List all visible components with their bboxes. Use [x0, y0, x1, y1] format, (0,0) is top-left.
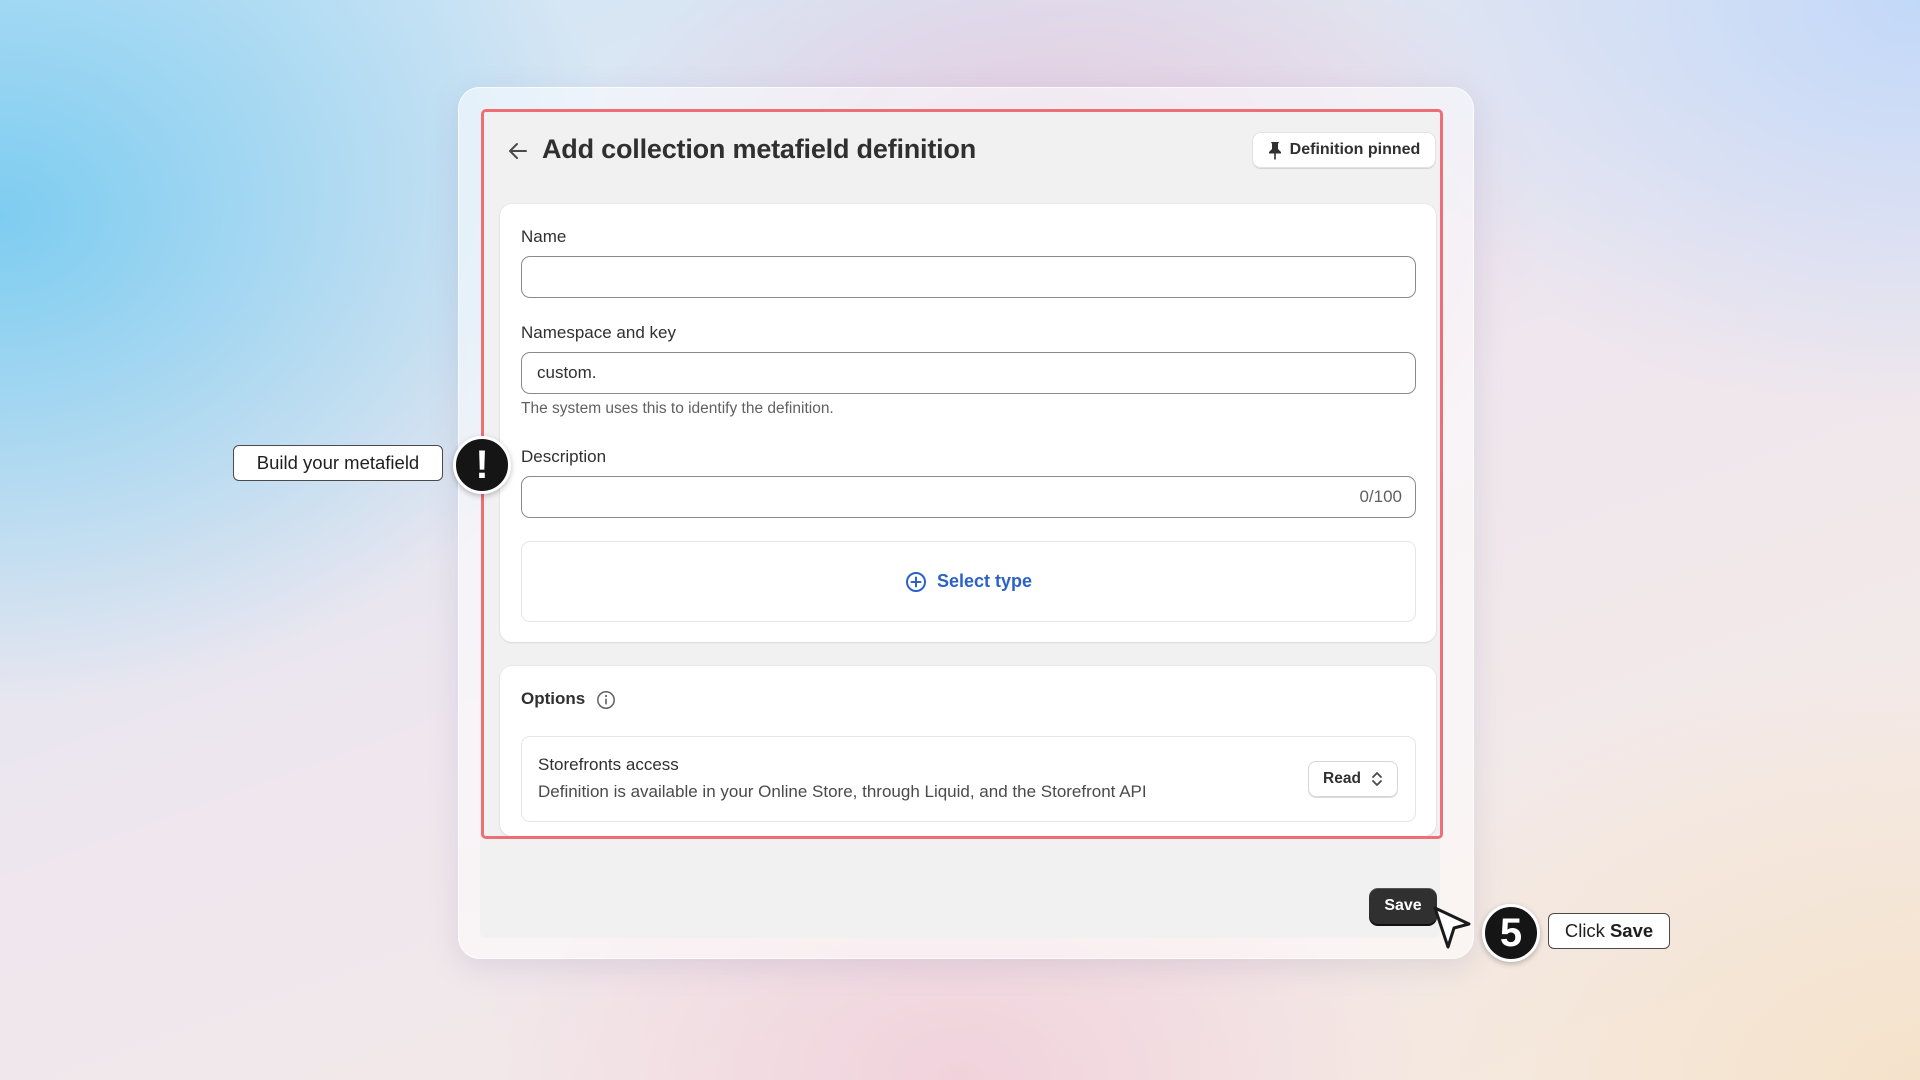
- name-input[interactable]: [521, 256, 1416, 298]
- click-save-prefix: Click: [1564, 920, 1605, 941]
- select-type-label: Select type: [936, 571, 1033, 591]
- save-button[interactable]: Save: [1369, 888, 1437, 924]
- cursor-pointer-icon: [1433, 906, 1471, 949]
- description-label: Description: [521, 447, 607, 466]
- alert-badge: !: [453, 436, 511, 494]
- plus-circle-icon: [905, 571, 926, 592]
- chevron-up-down-icon: [1372, 772, 1382, 786]
- description-input[interactable]: [521, 476, 1416, 518]
- page-title: Add collection metafield definition: [542, 134, 977, 164]
- pin-label: Definition pinned: [1289, 141, 1421, 158]
- definition-pinned-button[interactable]: Definition pinned: [1252, 132, 1436, 168]
- step-number-badge: 5: [1482, 904, 1540, 962]
- click-save-bold: Save: [1609, 920, 1654, 941]
- storefronts-access-row: [521, 736, 1416, 822]
- storefronts-access-description: Definition is available in your Online S…: [538, 782, 1147, 801]
- options-title: Options: [521, 689, 586, 708]
- back-arrow-icon: [509, 143, 527, 159]
- access-level-select[interactable]: Read: [1308, 761, 1398, 797]
- description-counter: 0/100: [1359, 487, 1402, 506]
- namespace-help-text: The system uses this to identify the def…: [521, 400, 834, 417]
- namespace-label: Namespace and key: [521, 323, 676, 342]
- namespace-key-input[interactable]: [521, 352, 1416, 394]
- click-save-callout: Click Save: [1548, 913, 1670, 949]
- select-type-button[interactable]: Select type: [521, 541, 1416, 622]
- build-metafield-text: Build your metafield: [256, 452, 420, 473]
- info-icon[interactable]: [596, 690, 616, 710]
- back-button[interactable]: [505, 136, 531, 166]
- storefronts-access-title: Storefronts access: [538, 755, 679, 774]
- pin-icon: [1268, 141, 1281, 159]
- build-metafield-callout: Build your metafield: [233, 445, 443, 481]
- name-label: Name: [521, 227, 567, 246]
- access-level-value: Read: [1323, 770, 1361, 787]
